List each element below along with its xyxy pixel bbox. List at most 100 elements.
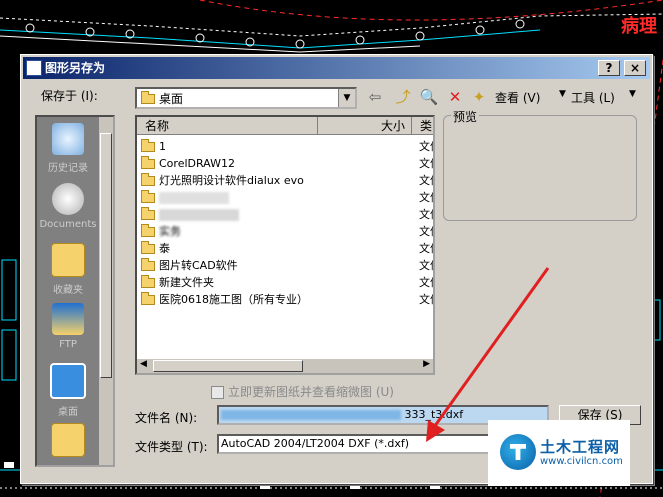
search-web-icon[interactable]: 🔍 [419, 87, 439, 107]
file-name: CorelDRAW12 [159, 157, 235, 170]
blurred-filename-prefix [221, 410, 401, 420]
file-type: 文件 [419, 208, 433, 221]
favorites-folder-icon [51, 243, 85, 277]
tools-chevron-down-icon[interactable]: ▼ [629, 89, 636, 99]
column-header-type[interactable]: 类 [412, 117, 433, 135]
drawing-corner-label: 病理 [621, 16, 657, 37]
list-item[interactable]: CorelDRAW12 文件 [141, 155, 433, 172]
file-type: 文件 [419, 242, 433, 255]
places-scrollbar[interactable] [99, 117, 113, 465]
folder-icon [141, 224, 155, 237]
buzzsaw-icon [51, 423, 85, 457]
column-header-name[interactable]: 名称 [137, 117, 318, 135]
folder-icon [141, 190, 155, 203]
list-item[interactable]: 实务 文件 [141, 223, 433, 240]
folder-icon [141, 207, 155, 220]
dialog-title: 图形另存为 [45, 61, 106, 75]
up-folder-icon[interactable]: ⤴ [393, 87, 413, 107]
file-name: 灯光照明设计软件dialux evo [159, 174, 304, 187]
folder-icon [141, 173, 155, 186]
preview-panel [443, 115, 637, 221]
tools-menu[interactable]: 工具 (L) [571, 89, 615, 106]
help-button[interactable]: ? [598, 60, 620, 76]
list-item[interactable]: 文件 [141, 206, 433, 223]
place-documents[interactable]: Documents [37, 183, 99, 230]
back-arrow-icon[interactable]: ⇦ [365, 87, 385, 107]
file-type: 文件 [419, 259, 433, 272]
scroll-right-icon[interactable]: ▶ [423, 359, 430, 369]
autocad-app-icon [26, 60, 42, 76]
update-thumbnail-checkbox[interactable]: 立即更新图纸并查看缩微图 (U) [211, 383, 394, 400]
place-ftp[interactable]: FTP [37, 303, 99, 350]
file-name: 新建文件夹 [159, 276, 214, 289]
file-name: 实务 [159, 225, 181, 238]
file-type: 文件 [419, 174, 433, 187]
place-label: Documents [39, 219, 97, 230]
ftp-icon [52, 303, 84, 335]
file-name: 1 [159, 140, 166, 153]
list-item[interactable]: 新建文件夹 文件 [141, 274, 433, 291]
blurred-file-name [159, 209, 239, 221]
place-label: FTP [59, 339, 77, 350]
update-thumbnail-label: 立即更新图纸并查看缩微图 (U) [228, 385, 394, 399]
list-item[interactable]: 文件 [141, 189, 433, 206]
scrollbar-thumb[interactable] [100, 133, 112, 378]
history-icon [52, 123, 84, 155]
column-header-size[interactable]: 大小 [318, 117, 412, 135]
views-chevron-down-icon[interactable]: ▼ [559, 89, 566, 99]
views-menu[interactable]: 查看 (V) [495, 89, 540, 106]
file-type: 文件 [419, 191, 433, 204]
place-label: 收藏夹 [53, 285, 83, 296]
list-item[interactable]: 灯光照明设计软件dialux evo 文件 [141, 172, 433, 189]
filename-value: 333_t3.dxf [404, 408, 464, 421]
filetype-label: 文件类型 (T): [135, 440, 208, 454]
close-button[interactable]: × [624, 60, 646, 76]
checkbox-box[interactable] [211, 386, 224, 399]
folder-icon [141, 241, 155, 254]
folder-icon [141, 139, 155, 152]
list-item[interactable]: 医院0618施工图（所有专业） 文件 [141, 291, 433, 308]
folder-icon [141, 91, 155, 104]
horizontal-scrollbar[interactable]: ◀ ▶ [137, 359, 433, 373]
file-type: 文件 [419, 140, 433, 153]
save-in-value: 桌面 [159, 92, 184, 106]
save-in-label: 保存于 (I): [41, 89, 98, 103]
file-list: 名称 大小 类 1 文件 CorelDRAW12 文件 灯光照明设计软件dialux… [135, 115, 435, 375]
list-item[interactable]: 泰 文件 [141, 240, 433, 257]
place-label: 桌面 [58, 407, 78, 418]
folder-icon [141, 275, 155, 288]
dialog-titlebar: 图形另存为 ? × [23, 57, 650, 79]
new-folder-icon[interactable]: ✦ [469, 87, 489, 107]
scroll-left-icon[interactable]: ◀ [140, 359, 147, 369]
folder-icon [141, 156, 155, 169]
blurred-file-name [159, 192, 229, 204]
place-buzzsaw[interactable] [37, 423, 99, 461]
file-name: 图片转CAD软件 [159, 259, 238, 272]
file-type: 文件 [419, 225, 433, 238]
save-in-dropdown[interactable]: 桌面 ▼ [135, 87, 357, 109]
place-favorites[interactable]: 收藏夹 [37, 243, 99, 296]
documents-search-icon [52, 183, 84, 215]
file-type: 文件 [419, 293, 433, 306]
folder-icon [141, 292, 155, 305]
file-type: 文件 [419, 157, 433, 170]
place-label: 历史记录 [48, 163, 88, 174]
civilcn-logo-icon [500, 434, 536, 470]
place-desktop[interactable]: 桌面 [37, 363, 99, 418]
list-item[interactable]: 图片转CAD软件 文件 [141, 257, 433, 274]
preview-label: 预览 [451, 108, 480, 125]
places-sidebar: 历史记录 Documents 收藏夹 FTP 桌面 [35, 115, 115, 467]
filetype-dropdown[interactable]: AutoCAD 2004/LT2004 DXF (*.dxf) [217, 434, 495, 454]
chevron-down-icon[interactable]: ▼ [338, 89, 355, 107]
filename-label: 文件名 (N): [135, 411, 198, 425]
scrollbar-thumb[interactable] [153, 360, 303, 372]
list-item[interactable]: 1 文件 [141, 138, 433, 155]
desktop-icon [50, 363, 86, 399]
file-name: 医院0618施工图（所有专业） [159, 293, 308, 306]
filetype-value: AutoCAD 2004/LT2004 DXF (*.dxf) [221, 437, 410, 450]
watermark-name: 土木工程网 [540, 438, 621, 456]
delete-icon[interactable]: ✕ [445, 87, 465, 107]
watermark-url: www.civilcn.com [540, 456, 623, 467]
file-type: 文件 [419, 276, 433, 289]
place-history[interactable]: 历史记录 [37, 123, 99, 174]
